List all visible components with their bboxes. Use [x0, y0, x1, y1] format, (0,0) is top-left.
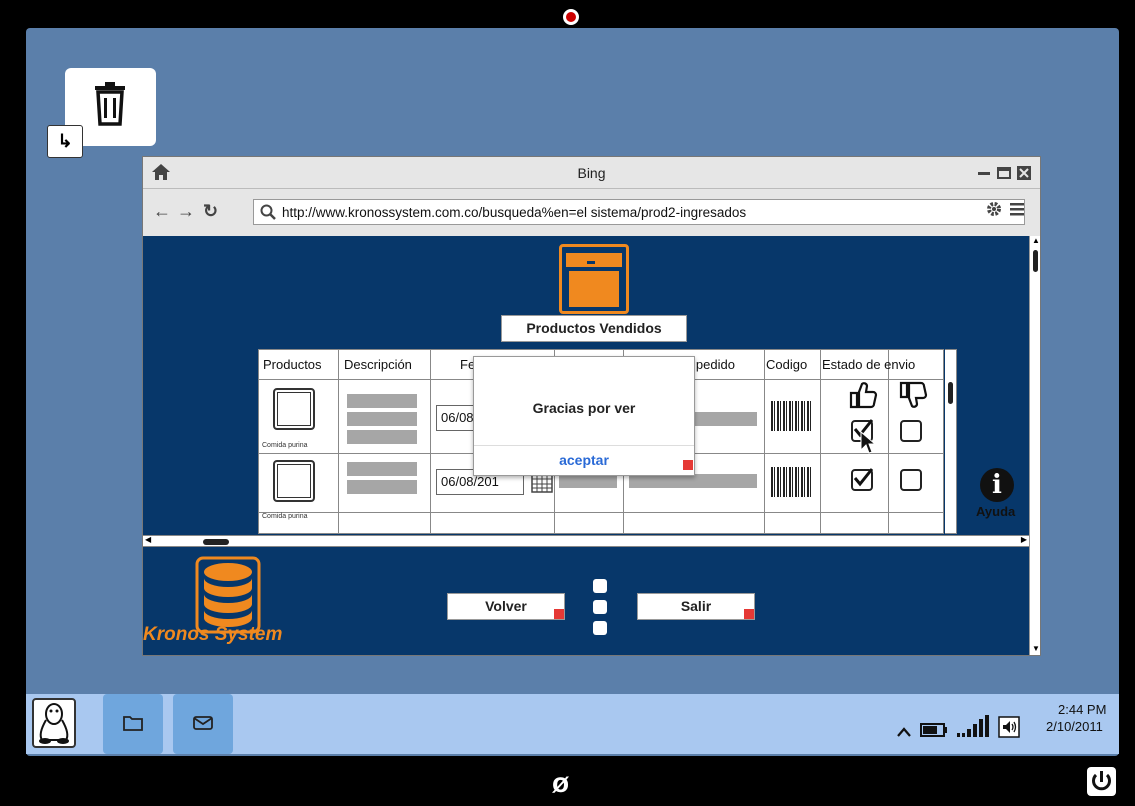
product-image-placeholder[interactable]: [273, 460, 315, 502]
forward-arrow-icon[interactable]: →: [177, 201, 195, 222]
back-button[interactable]: Volver: [447, 593, 565, 620]
back-button-label: Volver: [485, 598, 527, 614]
back-arrow-icon[interactable]: ←: [153, 201, 171, 222]
reload-icon[interactable]: ↻: [203, 201, 218, 222]
browser-title: Bing: [577, 165, 606, 181]
section-title: Productos Vendidos: [501, 315, 687, 342]
table-scrollbar[interactable]: [945, 349, 957, 534]
header-productos: Productos: [263, 357, 322, 372]
page-viewport: Productos Vendidos Productos Descripción…: [143, 236, 1029, 655]
header-codigo: Codigo: [766, 357, 808, 372]
product-label: Comida purina: [262, 513, 308, 520]
browser-titlebar: Bing: [143, 157, 1040, 189]
close-icon[interactable]: [1016, 165, 1032, 181]
brand-name: Kronos System: [143, 624, 283, 645]
menu-icon[interactable]: [1009, 201, 1025, 217]
search-icon: [260, 204, 276, 220]
pager-dot: [593, 579, 607, 593]
info-icon[interactable]: i: [980, 468, 1014, 502]
link-marker-icon: [683, 460, 693, 470]
calendar-icon[interactable]: [531, 473, 553, 493]
pager-dot: [593, 621, 607, 635]
accept-link[interactable]: aceptar: [474, 452, 694, 468]
exit-button[interactable]: Salir: [637, 593, 755, 620]
barcode-icon: [771, 401, 811, 431]
signal-icon[interactable]: [956, 714, 990, 738]
database-icon: [195, 556, 261, 634]
url-text: http://www.kronossystem.com.co/busqueda%…: [282, 205, 747, 220]
pager-dot: [593, 600, 607, 614]
checkbox-empty-icon[interactable]: [900, 420, 922, 442]
browser-window: Bing ← → ↻ http://www.kronossystem.com.c…: [142, 156, 1041, 656]
taskbar: 2:44 PM 2/10/2011: [26, 694, 1119, 754]
gear-icon[interactable]: [986, 201, 1002, 217]
product-image-placeholder[interactable]: [273, 388, 315, 430]
link-marker-icon: [554, 609, 564, 619]
mail-button[interactable]: [173, 694, 233, 754]
page-scrollbar[interactable]: ▲ ▼: [1029, 236, 1040, 655]
shortcut-arrow-icon: ↳: [47, 125, 83, 158]
folder-button[interactable]: [103, 694, 163, 754]
horizontal-scrollbar[interactable]: ◀ ▶: [143, 535, 1029, 547]
exit-button-label: Salir: [680, 598, 712, 614]
battery-icon[interactable]: [920, 722, 948, 738]
speaker-icon[interactable]: [998, 716, 1020, 738]
home-button[interactable]: ø: [552, 767, 569, 799]
system-tray: [896, 714, 1020, 738]
power-icon[interactable]: [1087, 767, 1116, 796]
archive-box-icon: [559, 244, 629, 314]
address-bar[interactable]: http://www.kronossystem.com.co/busqueda%…: [253, 199, 1025, 225]
checkbox-checked-icon[interactable]: [851, 468, 873, 491]
minimize-icon[interactable]: [976, 165, 992, 181]
barcode-icon: [771, 467, 811, 497]
cursor-icon: [860, 430, 877, 454]
thumbs-up-icon[interactable]: [847, 379, 879, 411]
mail-icon: [193, 716, 213, 730]
folder-icon: [123, 716, 143, 731]
clock-date: 2/10/2011: [1046, 719, 1103, 734]
device-frame: ↳ Bing ← → ↻ http://www.kronossystem.com…: [0, 0, 1135, 806]
desktop-screen: ↳ Bing ← → ↻ http://www.kronossystem.com…: [26, 28, 1119, 756]
chevron-up-icon[interactable]: [896, 726, 912, 738]
checkbox-empty-icon[interactable]: [900, 469, 922, 491]
dialog-message: Gracias por ver: [532, 400, 636, 416]
camera-indicator: [563, 9, 579, 25]
trash-icon: [95, 82, 125, 126]
linux-tux-icon[interactable]: [32, 698, 76, 748]
maximize-icon[interactable]: [996, 165, 1012, 181]
thumbs-down-icon[interactable]: [897, 379, 929, 411]
thanks-dialog: Gracias por ver aceptar: [473, 356, 695, 476]
browser-navbar: ← → ↻ http://www.kronossystem.com.co/bus…: [143, 189, 1040, 233]
help-label[interactable]: Ayuda: [976, 504, 1015, 519]
header-descripcion: Descripción: [344, 357, 412, 372]
link-marker-icon: [744, 609, 754, 619]
product-label: Comida purina: [262, 442, 308, 449]
header-estado-envio: Estado de envio: [822, 357, 916, 372]
clock-time: 2:44 PM: [1058, 702, 1107, 717]
